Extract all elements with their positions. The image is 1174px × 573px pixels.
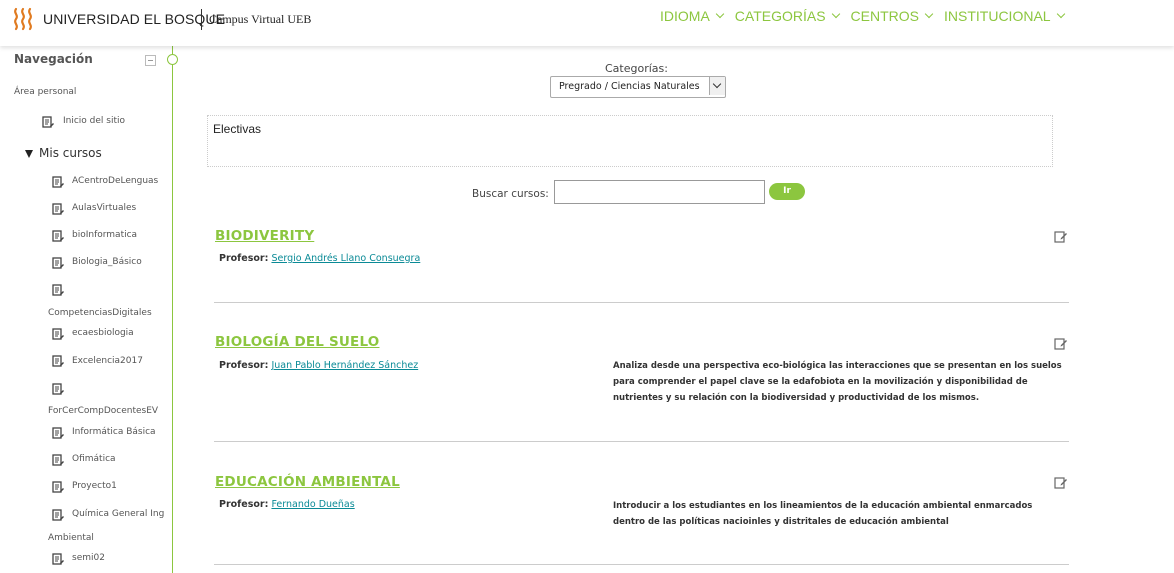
- sidebar-course-item[interactable]: Química General Ing: [72, 509, 164, 519]
- course-page-icon: [52, 284, 64, 296]
- course-page-icon: [52, 176, 64, 188]
- course-summary: Analiza desde una perspectiva eco-biológ…: [613, 361, 1062, 403]
- navigation-block-title: Navegación: [14, 52, 93, 66]
- nav-centros[interactable]: CENTROS: [850, 8, 934, 24]
- teacher-link[interactable]: Juan Pablo Hernández Sánchez: [271, 360, 418, 371]
- course-teacher: Profesor: Juan Pablo Hernández Sánchez: [219, 360, 418, 371]
- expand-triangle-icon[interactable]: [25, 150, 33, 158]
- course-title-link[interactable]: BIOLOGÍA DEL SUELO: [215, 334, 379, 350]
- course-title-link[interactable]: BIODIVERITY: [215, 228, 314, 244]
- sidebar-divider-line: [172, 46, 173, 573]
- course-divider: [214, 302, 1069, 303]
- sidebar-course-item[interactable]: ecaesbiologia: [72, 328, 134, 338]
- course-page-icon: [52, 509, 64, 521]
- course-divider: [214, 441, 1069, 442]
- sidebar-course-item[interactable]: bioInformatica: [72, 230, 137, 240]
- nav-institucional[interactable]: INSTITUCIONAL: [944, 8, 1065, 24]
- timeline-dot: [167, 54, 178, 65]
- sidebar-course-item[interactable]: Excelencia2017: [72, 356, 143, 366]
- course-page-icon: [52, 553, 64, 565]
- nav-categorias-label: CATEGORÍAS: [734, 8, 826, 24]
- sidebar-course-item[interactable]: Ofimática: [72, 454, 116, 464]
- sidebar-course-item[interactable]: semi02: [72, 553, 105, 563]
- chevron-down-icon: [831, 9, 840, 19]
- nav-idioma-label: IDIOMA: [660, 8, 710, 24]
- course-page-icon: [52, 383, 64, 395]
- brand-divider: [201, 9, 202, 30]
- course-teacher: Profesor: Sergio Andrés Llano Consuegra: [219, 253, 420, 264]
- course-page-icon: [52, 230, 64, 242]
- nav-institucional-label: INSTITUCIONAL: [944, 8, 1051, 24]
- teacher-label: Profesor:: [219, 499, 269, 510]
- course-divider: [214, 564, 1069, 565]
- teacher-label: Profesor:: [219, 360, 269, 371]
- sidebar-item-area-personal[interactable]: Área personal: [14, 87, 76, 97]
- course-page-icon: [52, 203, 64, 215]
- teacher-label: Profesor:: [219, 253, 269, 264]
- enrol-icon[interactable]: [1054, 230, 1067, 243]
- chevron-down-icon: [1056, 9, 1065, 19]
- nav-centros-label: CENTROS: [850, 8, 919, 24]
- course-page-icon: [52, 355, 64, 367]
- course-teacher: Profesor: Fernando Dueñas: [219, 499, 355, 510]
- category-label: Categorías:: [605, 62, 668, 75]
- sidebar-course-item[interactable]: Proyecto1: [72, 481, 117, 491]
- course-title-link[interactable]: EDUCACIÓN AMBIENTAL: [215, 474, 400, 490]
- category-description: Electivas: [207, 115, 1053, 167]
- chevron-down-icon: [709, 77, 725, 95]
- teacher-link[interactable]: Fernando Dueñas: [271, 499, 354, 510]
- category-description-text: Electivas: [213, 122, 262, 136]
- course-page-icon: [52, 257, 64, 269]
- course-summary: Introducir a los estudiantes en los line…: [613, 501, 1033, 527]
- chevron-down-icon: [924, 9, 934, 19]
- category-select[interactable]: Pregrado / Ciencias Naturales: [550, 76, 726, 98]
- sidebar-course-item[interactable]: CompetenciasDigitales: [48, 308, 152, 318]
- course-page-icon: [42, 116, 54, 128]
- sidebar-course-item[interactable]: Ambiental: [48, 533, 94, 543]
- course-page-icon: [52, 481, 64, 493]
- sidebar-course-item[interactable]: AulasVirtuales: [72, 203, 136, 213]
- enrol-icon[interactable]: [1054, 337, 1067, 350]
- site-header: UNIVERSIDAD EL BOSQUE Campus Virtual UEB…: [0, 0, 1174, 46]
- search-input[interactable]: [554, 180, 765, 204]
- category-select-value: Pregrado / Ciencias Naturales: [559, 81, 700, 92]
- enrol-icon[interactable]: [1054, 476, 1067, 489]
- sidebar-course-item[interactable]: Biologia_Básico: [72, 257, 142, 267]
- course-page-icon: [52, 427, 64, 439]
- sidebar-course-item[interactable]: Informática Básica: [72, 427, 156, 437]
- course-page-icon: [52, 328, 64, 340]
- sidebar-item-inicio[interactable]: Inicio del sitio: [63, 116, 125, 126]
- brand-name[interactable]: UNIVERSIDAD EL BOSQUE: [43, 11, 225, 27]
- top-navigation: IDIOMA CATEGORÍAS CENTROS INSTITUCIONAL: [660, 8, 1065, 24]
- chevron-down-icon: [715, 9, 725, 19]
- brand-subtitle[interactable]: Campus Virtual UEB: [209, 12, 311, 27]
- collapse-block-icon[interactable]: [145, 55, 156, 66]
- sidebar-course-item[interactable]: ACentroDeLenguas: [72, 176, 158, 186]
- nav-idioma[interactable]: IDIOMA: [660, 8, 725, 24]
- sidebar-item-mis-cursos[interactable]: Mis cursos: [39, 146, 102, 160]
- teacher-link[interactable]: Sergio Andrés Llano Consuegra: [271, 253, 420, 264]
- university-logo[interactable]: [12, 6, 34, 32]
- nav-categorias[interactable]: CATEGORÍAS: [734, 8, 840, 24]
- search-label: Buscar cursos:: [472, 188, 549, 200]
- sidebar-course-item[interactable]: ForCerCompDocentesEV: [48, 406, 158, 416]
- search-go-button[interactable]: Ir: [769, 183, 805, 200]
- course-page-icon: [52, 454, 64, 466]
